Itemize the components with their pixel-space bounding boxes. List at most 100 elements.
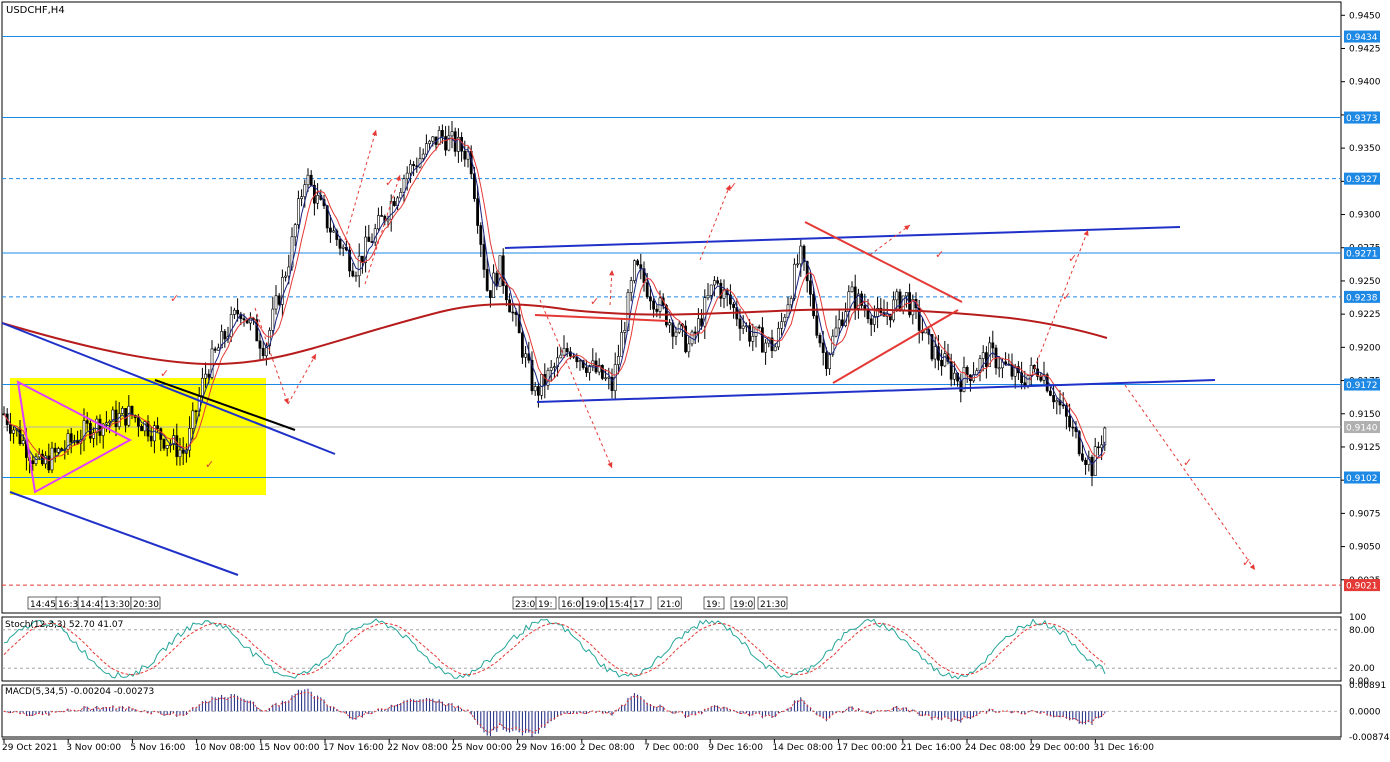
candle-body xyxy=(143,421,147,432)
candle-body xyxy=(479,225,483,245)
candle-body xyxy=(757,326,761,329)
candle-body xyxy=(783,316,787,323)
check-mark: ✓ xyxy=(1062,290,1071,303)
candle-body xyxy=(1052,395,1056,403)
candle-body xyxy=(12,429,16,434)
candle-body xyxy=(904,292,908,297)
candle-body xyxy=(392,201,396,206)
candle-body xyxy=(165,445,169,449)
price-level-label: 0.9327 xyxy=(1346,175,1378,185)
mini-time-label: 19: xyxy=(538,600,552,610)
candle-body xyxy=(162,439,166,449)
candle-body xyxy=(53,447,57,453)
macd-title: MACD(5,34,5) -0.00204 -0.00273 xyxy=(5,687,154,697)
candle-body xyxy=(476,198,480,226)
price-tick-label: 0.9425 xyxy=(1349,44,1381,54)
candle-body xyxy=(421,153,425,159)
candle-body xyxy=(424,143,428,155)
mini-time-label: 21:30 xyxy=(760,600,786,610)
chart-window[interactable]: 0.94500.94250.94000.93750.93500.93250.93… xyxy=(0,0,1390,757)
time-tick-label: 17 Nov 16:00 xyxy=(323,743,384,753)
price-tick-label: 0.9300 xyxy=(1349,211,1381,221)
check-mark: ✓ xyxy=(170,292,179,305)
candle-body xyxy=(76,440,80,444)
candle-body xyxy=(85,420,89,424)
check-mark: ✓ xyxy=(1068,252,1077,265)
candle-body xyxy=(578,360,582,363)
candle-body xyxy=(485,269,489,291)
time-tick-label: 9 Dec 16:00 xyxy=(708,743,763,753)
candle-body xyxy=(293,224,297,238)
candle-body xyxy=(533,386,537,392)
mini-time-label: 16:3 xyxy=(58,600,78,610)
candle-body xyxy=(408,164,412,174)
candle-body xyxy=(559,354,563,359)
candle-body xyxy=(709,284,713,296)
price-level-label: 0.9021 xyxy=(1346,582,1378,592)
macd-tick-label: 0.00891 xyxy=(1349,681,1386,691)
candle-body xyxy=(69,433,73,443)
price-tick-label: 0.9125 xyxy=(1349,443,1381,453)
candle-body xyxy=(997,367,1001,370)
candle-body xyxy=(121,408,124,414)
candle-body xyxy=(959,380,963,392)
candle-body xyxy=(1061,404,1065,407)
candle-body xyxy=(815,315,819,336)
candle-body xyxy=(1026,375,1030,387)
candle-body xyxy=(242,318,246,321)
mini-time-label: 14:45 xyxy=(30,600,56,610)
macd-tick-label: -0.00874 xyxy=(1349,733,1390,743)
candle-body xyxy=(444,136,448,151)
check-mark: ✓ xyxy=(385,176,394,189)
candle-body xyxy=(636,260,640,265)
candle-body xyxy=(463,150,467,160)
price-tick-label: 0.9225 xyxy=(1349,310,1381,320)
stochastic-title: Stoch(12,3,3) 52.70 41.07 xyxy=(5,620,123,630)
candle-body xyxy=(812,293,816,317)
candle-body xyxy=(402,178,406,193)
time-tick-label: 29 Oct 2021 xyxy=(2,743,58,753)
candle-body xyxy=(821,342,825,353)
candle-body xyxy=(108,420,112,423)
candle-body xyxy=(940,359,944,367)
candle-body xyxy=(504,285,508,301)
chart-canvas[interactable]: 0.94500.94250.94000.93750.93500.93250.93… xyxy=(0,0,1390,757)
candle-body xyxy=(332,230,336,233)
candle-body xyxy=(607,376,611,379)
candle-body xyxy=(21,440,25,445)
price-level-label: 0.9373 xyxy=(1346,114,1378,124)
candle-body xyxy=(693,331,697,334)
candle-body xyxy=(565,348,569,353)
candle-body xyxy=(808,280,812,295)
candle-body xyxy=(431,136,435,142)
candle-body xyxy=(201,377,204,397)
time-tick-label: 2 Dec 08:00 xyxy=(580,743,635,753)
check-mark: ✓ xyxy=(1242,556,1251,569)
mini-time-label: 19: xyxy=(706,600,720,610)
candle-body xyxy=(178,449,182,458)
candle-body xyxy=(623,330,627,333)
candle-body xyxy=(354,275,358,278)
candle-body xyxy=(760,327,764,353)
candle-body xyxy=(616,356,620,365)
price-level-label: 0.9102 xyxy=(1346,474,1378,484)
price-tick-label: 0.9200 xyxy=(1349,343,1381,353)
candle-body xyxy=(828,354,832,369)
candle-body xyxy=(776,328,780,348)
candle-body xyxy=(258,340,262,349)
stoch-tick-label: 100 xyxy=(1349,613,1366,623)
mini-time-label: 19:0 xyxy=(585,600,605,610)
candle-body xyxy=(156,425,160,429)
time-tick-label: 31 Dec 16:00 xyxy=(1093,743,1154,753)
stoch-tick-label: 20.00 xyxy=(1349,664,1375,674)
candle-body xyxy=(1100,444,1104,449)
candle-body xyxy=(47,455,51,471)
price-level-label: 0.9140 xyxy=(1346,424,1378,434)
candle-body xyxy=(1081,453,1084,461)
candle-body xyxy=(834,327,838,337)
candle-body xyxy=(933,346,937,360)
candle-body xyxy=(732,303,736,308)
time-tick-label: 10 Nov 08:00 xyxy=(195,743,256,753)
mini-time-label: 13:30 xyxy=(104,600,130,610)
price-tick-label: 0.9075 xyxy=(1349,509,1381,519)
